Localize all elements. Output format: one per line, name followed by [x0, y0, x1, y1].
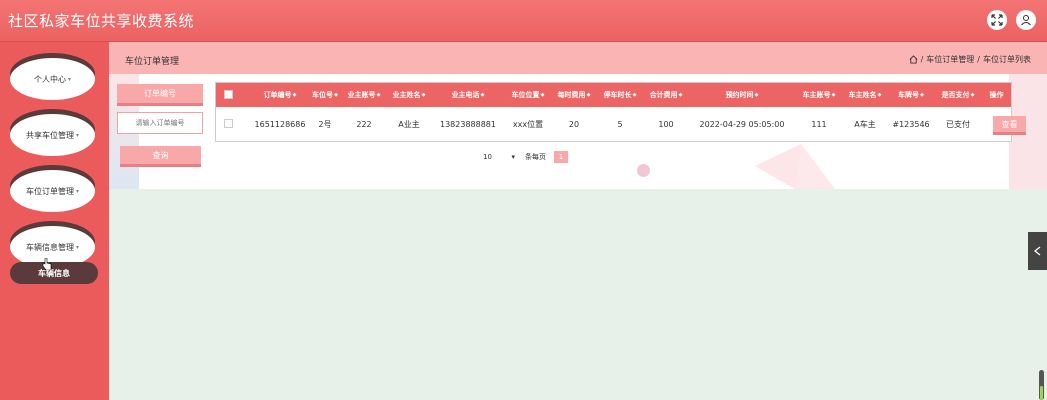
column-header[interactable]: 是否支付 ◆: [934, 83, 982, 107]
sort-icon: ◆: [292, 92, 297, 98]
breadcrumb: / 车位订单管理 / 车位订单列表: [909, 54, 1031, 65]
sidebar-item-label: 车辆信息管理: [25, 242, 74, 252]
search-button[interactable]: 查询: [120, 146, 201, 167]
sort-icon: ◆: [678, 92, 683, 98]
chevron-down-icon: ▾: [75, 243, 79, 251]
table-cell: 2号: [318, 119, 332, 129]
column-header[interactable]: 停车时长 ◆: [596, 83, 644, 107]
sort-icon: ◆: [877, 92, 882, 98]
breadcrumb-item: 车位订单列表: [983, 55, 1031, 64]
page-size-select[interactable]: 10 ▾: [481, 150, 517, 163]
decorative-dot: [637, 164, 650, 177]
chevron-down-icon: ▾: [75, 187, 79, 195]
table-header: 订单编号 ◆ 车位号 ◆ 业主账号 ◆ 业主姓名 ◆ 业主电话 ◆ 车位位置 ◆ 每时费用 ◆…: [216, 83, 1011, 107]
column-header[interactable]: 业主姓名 ◆: [386, 83, 432, 107]
table-cell: 1651128686: [254, 119, 306, 129]
hand-cursor-icon: [42, 258, 52, 270]
table-cell: A车主: [854, 119, 876, 129]
breadcrumb-bar: 车位订单管理 / 车位订单管理 / 车位订单列表: [109, 42, 1047, 74]
sidebar-item-shared-parking[interactable]: 共享车位管理 ▾: [10, 114, 95, 156]
table-cell: 100: [658, 119, 674, 129]
chevron-down-icon: ▾: [67, 75, 71, 83]
sort-icon: ◆: [540, 92, 545, 98]
sidebar-item-label: 个人中心: [33, 74, 66, 84]
table-cell: 222: [356, 119, 372, 129]
chevron-down-icon: ▾: [75, 131, 79, 139]
column-header[interactable]: 车位号 ◆: [308, 83, 342, 107]
sort-icon: ◆: [632, 92, 637, 98]
page-title: 车位订单管理: [125, 57, 180, 67]
decorative-fan: [755, 144, 835, 189]
fullscreen-icon[interactable]: [987, 10, 1007, 30]
breadcrumb-item[interactable]: 车位订单管理: [926, 54, 974, 65]
sort-icon: ◆: [920, 92, 924, 98]
pagination: 10 ▾ 条每页 1: [481, 150, 568, 163]
table-cell: 2022-04-29 05:05:00: [699, 119, 785, 129]
chevron-down-icon: ▾: [511, 152, 515, 161]
top-bar: 社区私家车位共享收费系统: [0, 0, 1047, 42]
app-title: 社区私家车位共享收费系统: [8, 12, 195, 30]
chevron-left-icon: [1034, 246, 1041, 256]
column-header[interactable]: 车主账号 ◆: [796, 83, 842, 107]
table-cell: 20: [568, 119, 580, 129]
user-icon[interactable]: [1016, 10, 1036, 30]
column-header[interactable]: 车主姓名 ◆: [842, 83, 888, 107]
column-header[interactable]: 合计费用 ◆: [644, 83, 688, 107]
sort-icon: ◆: [480, 92, 485, 98]
row-checkbox[interactable]: [224, 119, 233, 128]
table-row: 1651128686 2号 222 A业主 13823888881 xxx位置 …: [216, 107, 1011, 141]
column-header[interactable]: 每时费用 ◆: [552, 83, 596, 107]
table-cell: 5: [617, 119, 623, 129]
scrollbar-thumb[interactable]: [1040, 386, 1043, 400]
sort-icon: ◆: [970, 92, 975, 98]
column-header[interactable]: 业主账号 ◆: [342, 83, 386, 107]
collapse-panel-button[interactable]: [1028, 232, 1047, 270]
main-content: 车位订单管理 / 车位订单管理 / 车位订单列表 订单编号 查询 订单编号◆ 车…: [109, 42, 1047, 400]
view-button[interactable]: 查看: [993, 116, 1026, 135]
sidebar-item-label: 车位订单管理: [25, 186, 74, 196]
table-cell: 已支付: [946, 119, 970, 129]
table-cell: 111: [811, 119, 827, 129]
column-header[interactable]: 车位位置 ◆: [504, 83, 552, 107]
sort-icon: ◆: [421, 92, 426, 98]
home-icon[interactable]: [909, 55, 918, 64]
table-cell: 13823888881: [440, 119, 496, 129]
sidebar-item-parking-orders[interactable]: 车位订单管理 ▾: [10, 170, 95, 212]
orders-table: 订单编号 ◆ 车位号 ◆ 业主账号 ◆ 业主姓名 ◆ 业主电话 ◆ 车位位置 ◆ 每时费用 ◆…: [215, 82, 1012, 142]
sort-icon: ◆: [376, 92, 381, 98]
order-number-input[interactable]: [117, 112, 203, 134]
sort-icon: ◆: [754, 92, 759, 98]
select-all-checkbox[interactable]: [224, 90, 233, 99]
sort-icon: ◆: [831, 92, 836, 98]
sidebar-item-personal-center[interactable]: 个人中心 ▾: [10, 58, 95, 100]
table-cell: A业主: [398, 119, 420, 129]
page-number-current[interactable]: 1: [554, 150, 568, 163]
sidebar: 个人中心 ▾ 共享车位管理 ▾ 车位订单管理 ▾ 车辆信息管理 ▾ 车辆信息: [0, 42, 109, 400]
sort-icon: ◆: [586, 92, 591, 98]
order-number-label: 订单编号: [117, 84, 203, 106]
sidebar-item-label: 共享车位管理: [25, 130, 74, 140]
column-header[interactable]: 预约时间 ◆: [688, 83, 796, 107]
column-header: 操作: [989, 91, 1004, 99]
sort-icon: ◆: [334, 92, 338, 98]
column-header[interactable]: 业主电话 ◆: [432, 83, 504, 107]
table-cell: #123546: [892, 119, 930, 129]
table-cell: xxx位置: [512, 119, 544, 129]
column-header[interactable]: 订单编号 ◆: [252, 83, 308, 107]
column-header[interactable]: 车牌号 ◆: [888, 83, 934, 107]
per-page-label: 条每页: [525, 152, 546, 161]
submenu-item-vehicle-info[interactable]: 车辆信息: [10, 262, 98, 284]
